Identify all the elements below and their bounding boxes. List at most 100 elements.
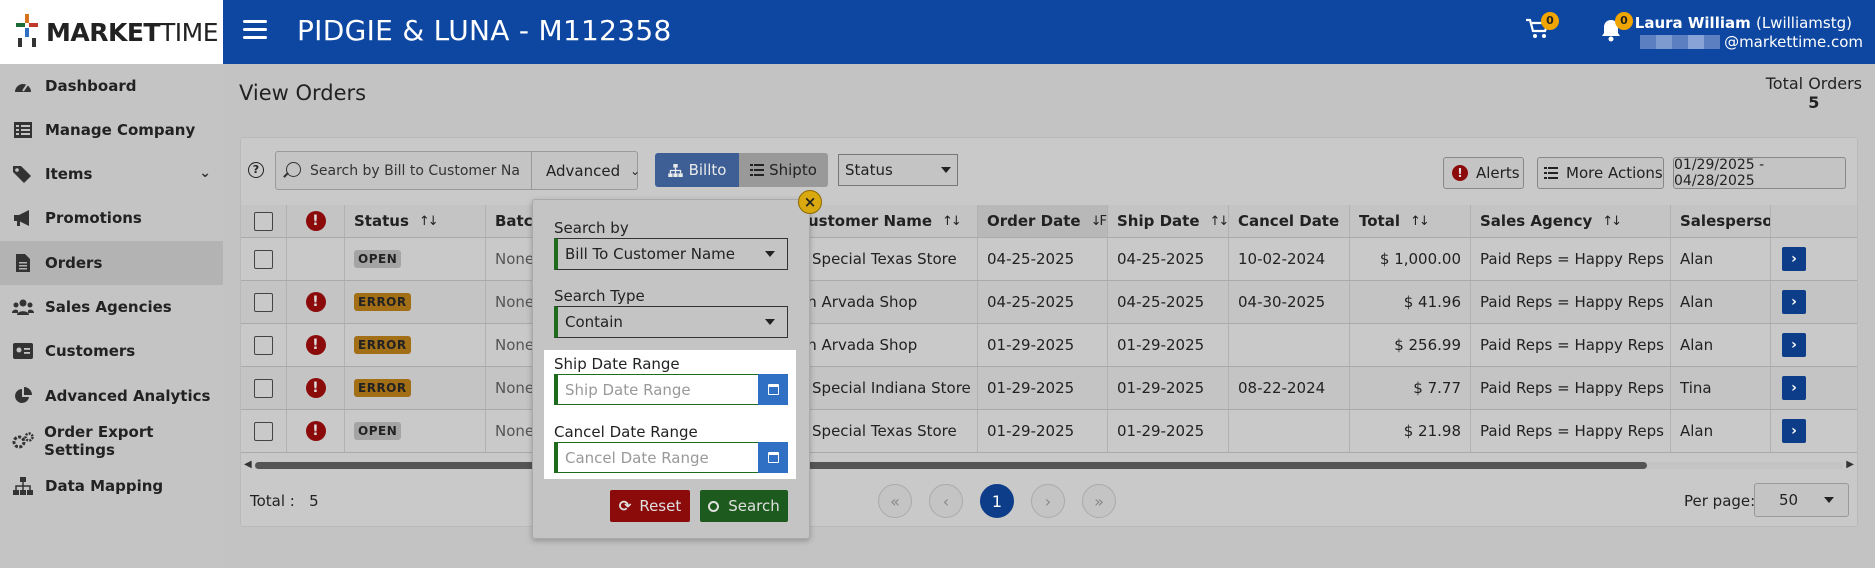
- salesperson-cell: Tina: [1671, 367, 1771, 409]
- sidebar-item-label: Sales Agencies: [45, 298, 172, 316]
- search-type-select[interactable]: Contain: [554, 306, 788, 338]
- view-order-chevron-icon[interactable]: ›: [1782, 376, 1806, 400]
- per-page-value: 50: [1779, 491, 1799, 509]
- advanced-search-dropdown[interactable]: Advanced ⌄: [531, 151, 640, 190]
- more-actions-button[interactable]: More Actions: [1537, 157, 1664, 189]
- scroll-right-icon[interactable]: ▶: [1846, 459, 1854, 470]
- help-icon[interactable]: ?: [248, 162, 264, 178]
- search-by-select[interactable]: Bill To Customer Name: [554, 238, 788, 270]
- cancel-date-placeholder: Cancel Date Range: [565, 448, 709, 467]
- tags-icon: [11, 164, 35, 184]
- menu-toggle-icon[interactable]: [243, 20, 267, 42]
- markettime-logo[interactable]: MARKETTIME: [0, 0, 223, 64]
- order-date-cell: 04-25-2025: [978, 281, 1108, 323]
- row-alert-cell: !: [287, 281, 345, 323]
- customer-cell: An Arvada Shop: [797, 324, 978, 366]
- ship-date-cell: 04-25-2025: [1108, 281, 1229, 323]
- sidebar-item-promotions[interactable]: Promotions: [0, 196, 223, 240]
- search-by-value: Bill To Customer Name: [565, 245, 736, 263]
- cancel-date-range-input[interactable]: Cancel Date Range: [554, 442, 788, 473]
- sidebar-item-orders[interactable]: Orders: [0, 241, 223, 285]
- sidebar-item-customers[interactable]: Customers: [0, 329, 223, 373]
- ship-date-placeholder: Ship Date Range: [565, 380, 691, 399]
- agency-cell: Paid Reps = Happy Reps: [1471, 367, 1671, 409]
- document-icon: [11, 253, 35, 273]
- col-header-order-date[interactable]: Order Date ↓F: [978, 205, 1108, 237]
- status-cell: OPEN: [345, 410, 486, 452]
- view-order-chevron-icon[interactable]: ›: [1782, 333, 1806, 357]
- col-header-customer-name[interactable]: Customer Name ↑↓: [797, 205, 978, 237]
- col-header-salesperson[interactable]: Salesperson: [1671, 205, 1771, 237]
- error-alert-icon[interactable]: !: [305, 335, 326, 355]
- agency-cell: Paid Reps = Happy Reps: [1471, 324, 1671, 366]
- col-header-total[interactable]: Total ↑↓: [1350, 205, 1471, 237]
- view-order-chevron-icon[interactable]: ›: [1782, 290, 1806, 314]
- error-alert-icon[interactable]: !: [305, 421, 326, 441]
- cancel-date-cell: [1229, 324, 1350, 366]
- cart-count-badge: 0: [1541, 12, 1559, 30]
- calendar-icon[interactable]: [758, 442, 788, 473]
- calendar-icon[interactable]: [758, 374, 788, 405]
- page-next-button[interactable]: ›: [1031, 484, 1065, 518]
- col-header-cancel-date[interactable]: Cancel Date↑↓: [1229, 205, 1350, 237]
- list-check-icon: [1544, 167, 1558, 179]
- table-row[interactable]: ! ERROR None An Arvada Shop 01-29-2025 01-29-…: [241, 324, 1857, 367]
- total-value: $ 41.96: [1403, 293, 1461, 311]
- ship-date-range-input[interactable]: Ship Date Range: [554, 374, 788, 405]
- order-date-cell: 04-25-2025: [978, 238, 1108, 280]
- user-name[interactable]: Laura William (Lwilliamstg): [1635, 14, 1852, 32]
- scroll-thumb[interactable]: [255, 462, 1647, 469]
- shipto-toggle-button[interactable]: Shipto: [739, 153, 828, 187]
- sidebar-item-advanced-analytics[interactable]: Advanced Analytics: [0, 374, 223, 418]
- bell-icon[interactable]: 0: [1597, 12, 1633, 46]
- error-alert-icon[interactable]: !: [305, 378, 326, 398]
- total-cell: $ 21.98: [1350, 410, 1471, 452]
- cancel-date-cell: 08-22-2024: [1229, 367, 1350, 409]
- row-checkbox[interactable]: [254, 421, 273, 441]
- billto-toggle-button[interactable]: Billto: [655, 153, 739, 187]
- sidebar-item-sales-agencies[interactable]: Sales Agencies: [0, 285, 223, 329]
- search-button[interactable]: Search: [700, 490, 788, 522]
- ship-date-cell: 04-25-2025: [1108, 238, 1229, 280]
- col-header-label: Order Date: [987, 212, 1081, 230]
- row-checkbox[interactable]: [254, 292, 273, 312]
- sidebar-item-data-mapping[interactable]: Data Mapping: [0, 464, 223, 508]
- date-range-picker[interactable]: 01/29/2025 - 04/28/2025: [1673, 157, 1846, 189]
- col-header-status[interactable]: Status ↑↓: [345, 205, 486, 237]
- select-all-checkbox[interactable]: [254, 211, 273, 231]
- scroll-left-icon[interactable]: ◀: [244, 459, 252, 470]
- view-order-chevron-icon[interactable]: ›: [1782, 419, 1806, 443]
- table-row[interactable]: OPEN None A Special Texas Store 04-25-2025 0…: [241, 238, 1857, 281]
- page-prev-button[interactable]: ‹: [929, 484, 963, 518]
- table-row[interactable]: ! ERROR None A Special Indiana Store 01-29-2…: [241, 367, 1857, 410]
- page-first-button[interactable]: «: [878, 484, 912, 518]
- sidebar-item-items[interactable]: Items ⌄: [0, 152, 223, 196]
- per-page-select[interactable]: 50: [1754, 483, 1849, 517]
- row-checkbox[interactable]: [254, 249, 273, 269]
- table-row[interactable]: ! OPEN None A Special Texas Store 01-29-2025…: [241, 410, 1857, 453]
- salesperson-cell: Alan: [1671, 238, 1771, 280]
- alerts-button[interactable]: ! Alerts: [1443, 157, 1524, 189]
- batch-value: None: [495, 336, 535, 354]
- search-input[interactable]: Search by Bill to Customer Na: [275, 151, 532, 190]
- sidebar-item-dashboard[interactable]: Dashboard: [0, 64, 223, 108]
- row-checkbox[interactable]: [254, 378, 273, 398]
- col-header-sales-agency[interactable]: Sales Agency ↑↓: [1471, 205, 1671, 237]
- reset-button[interactable]: ⟳ Reset: [610, 490, 690, 522]
- table-row[interactable]: ! ERROR None An Arvada Shop 04-25-2025 04-25-…: [241, 281, 1857, 324]
- sidebar-item-manage-company[interactable]: Manage Company: [0, 108, 223, 152]
- view-order-chevron-icon[interactable]: ›: [1782, 247, 1806, 271]
- salesperson-value: Alan: [1680, 293, 1714, 311]
- sidebar-item-order-export-settings[interactable]: Order Export Settings: [0, 419, 223, 463]
- table-horizontal-scrollbar[interactable]: ◀ ▶: [241, 459, 1857, 471]
- col-header-ship-date[interactable]: Ship Date ↑↓: [1108, 205, 1229, 237]
- agency-value: Paid Reps = Happy Reps: [1480, 250, 1664, 268]
- close-icon[interactable]: ×: [798, 190, 822, 214]
- row-checkbox[interactable]: [254, 335, 273, 355]
- cart-icon[interactable]: 0: [1523, 12, 1559, 46]
- status-filter-select[interactable]: Status: [838, 154, 958, 186]
- page-last-button[interactable]: »: [1082, 484, 1116, 518]
- error-alert-icon[interactable]: !: [305, 292, 326, 312]
- page-current-button[interactable]: 1: [980, 484, 1014, 518]
- sidebar-item-label: Order Export Settings: [44, 423, 154, 459]
